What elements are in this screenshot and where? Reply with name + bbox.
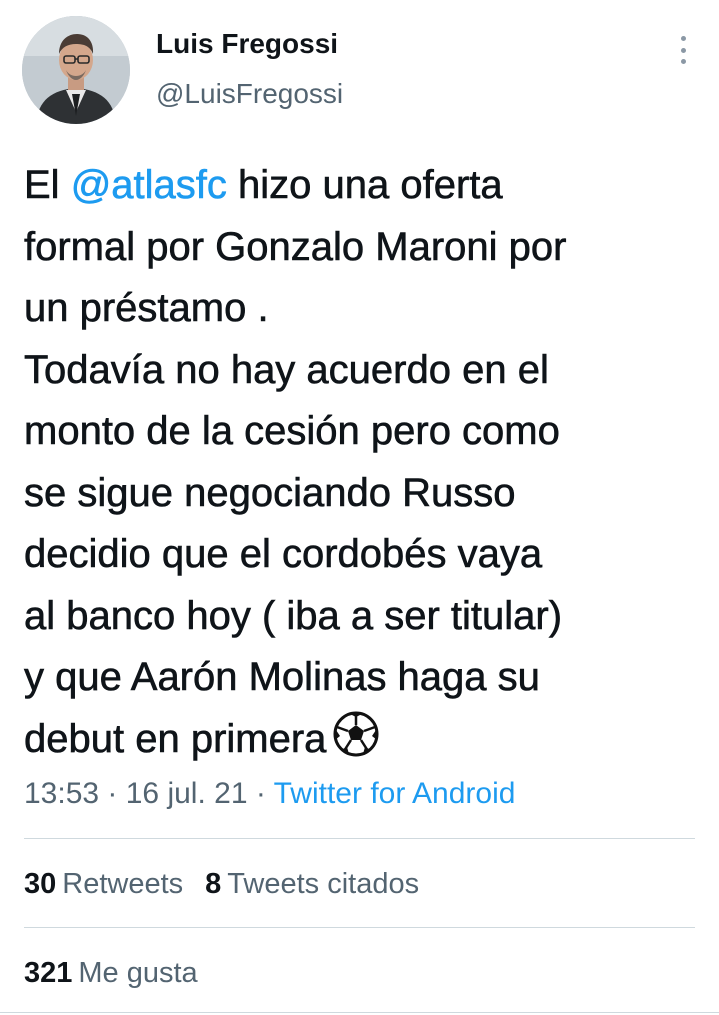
author-info[interactable]: Luis Fregossi @LuisFregossi [156,26,343,112]
tweet-text-segment: debut en primera [24,716,327,761]
tweet-text: El @atlasfc hizo una oferta formal por G… [24,155,704,770]
avatar[interactable] [22,16,130,124]
likes-count: 321 [24,957,73,989]
stats-row-likes: 321 Me gusta [24,953,220,993]
tweet-text-segment: El [24,163,71,208]
tweet-line: decidio que el cordobés vaya [24,532,543,577]
profile-photo-icon [22,16,130,124]
tweet-line: Todavía no hay acuerdo en el [24,347,549,392]
stats-row-retweets: 30 Retweets 8 Tweets citados [24,864,441,904]
retweets-stat[interactable]: 30 Retweets [24,864,183,904]
likes-label: Me gusta [78,957,198,989]
meta-separator: · [247,777,274,810]
divider [24,838,695,839]
tweet-text-segment: hizo una oferta [226,163,503,208]
likes-stat[interactable]: 321 Me gusta [24,953,198,993]
more-options-icon[interactable] [673,36,693,64]
display-name[interactable]: Luis Fregossi [156,26,343,62]
tweet-line: monto de la cesión pero como [24,409,560,454]
tweet-meta: 13:53 · 16 jul. 21 · Twitter for Android [24,772,515,816]
user-handle[interactable]: @LuisFregossi [156,76,343,112]
tweet-date[interactable]: 16 jul. 21 [126,777,248,810]
tweet-line: un préstamo . [24,286,269,331]
tweet-line: al banco hoy ( iba a ser titular) [24,593,563,638]
tweet-header: Luis Fregossi @LuisFregossi [0,0,719,140]
tweet-line: debut en primera [24,709,704,771]
soccer-ball-icon [333,711,379,756]
tweet-line: se sigue negociando Russo [24,470,516,515]
more-dot [680,36,686,41]
retweets-count: 30 [24,868,57,900]
tweet-line: y que Aarón Molinas haga su [24,655,541,700]
tweet-line: formal por Gonzalo Maroni por [24,224,567,269]
quote-tweets-count: 8 [205,868,222,900]
mention-link[interactable]: @atlasfc [70,163,227,208]
meta-separator: · [99,777,126,810]
more-dot [680,47,686,53]
quote-tweets-label: Tweets citados [227,868,420,900]
tweet-line: El @atlasfc hizo una oferta [24,155,704,217]
retweets-label: Retweets [62,868,184,900]
more-dot [680,59,686,64]
tweet-time[interactable]: 13:53 [24,777,99,810]
tweet-source-link[interactable]: Twitter for Android [274,777,516,810]
divider [24,927,695,928]
quote-tweets-stat[interactable]: 8 Tweets citados [205,864,419,904]
divider [0,1012,719,1013]
